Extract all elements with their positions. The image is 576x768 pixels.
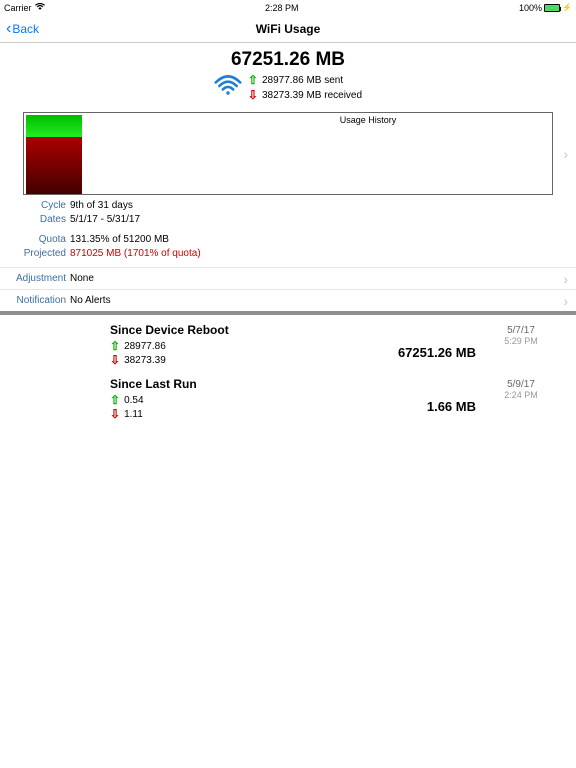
chevron-right-icon: › — [563, 146, 568, 162]
sent-value: 28977.86 MB sent — [262, 75, 343, 86]
since-last-row: Since Last Run ⇧ 0.54 ⇩ 1.11 1.66 MB 5/9/1… — [0, 369, 576, 423]
adjustment-value: None — [70, 273, 94, 284]
since-reboot-date: 5/7/17 — [476, 325, 566, 336]
chevron-right-icon: › — [563, 271, 568, 287]
total-usage: 67251.26 MB — [0, 49, 576, 71]
arrow-down-icon: ⇩ — [110, 353, 120, 367]
adjustment-row[interactable]: Adjustment None › — [0, 267, 576, 289]
status-bar: Carrier 2:28 PM 100% ⚡ — [0, 0, 576, 15]
battery-icon — [544, 4, 560, 12]
notification-value: No Alerts — [70, 295, 111, 306]
quota-label: Quota — [0, 233, 70, 247]
arrow-down-icon: ⇩ — [248, 88, 258, 102]
notification-label: Notification — [0, 295, 70, 306]
since-last-total: 1.66 MB — [280, 377, 476, 414]
arrow-up-icon: ⇧ — [110, 339, 120, 353]
since-last-received: 1.11 — [124, 409, 143, 420]
cycle-label: Cycle — [0, 199, 70, 213]
since-reboot-time: 5:29 PM — [476, 336, 566, 346]
arrow-down-icon: ⇩ — [110, 407, 120, 421]
arrow-up-icon: ⇧ — [110, 393, 120, 407]
since-last-date: 5/9/17 — [476, 379, 566, 390]
since-last-sent: 0.54 — [124, 395, 143, 406]
since-reboot-row: Since Device Reboot ⇧28977.86 ⇩38273.39 … — [0, 315, 576, 369]
charging-icon: ⚡ — [562, 3, 572, 12]
since-reboot-total: 67251.26 MB — [280, 323, 476, 360]
summary-section: 67251.26 MB ⇧ 28977.86 MB sent ⇩ 38273.39 … — [0, 43, 576, 106]
battery-percent: 100% — [519, 3, 542, 13]
usage-history-bar — [26, 115, 82, 194]
usage-history-label: Usage History — [184, 115, 552, 125]
back-label: Back — [12, 22, 39, 36]
carrier-label: Carrier — [4, 3, 32, 13]
received-value: 38273.39 MB received — [262, 90, 362, 101]
wifi-status-icon — [35, 3, 45, 13]
since-last-time: 2:24 PM — [476, 390, 566, 400]
back-button[interactable]: ‹ Back — [6, 20, 39, 38]
since-reboot-received: 38273.39 — [124, 355, 166, 366]
wifi-icon — [214, 75, 242, 100]
nav-bar: ‹ Back WiFi Usage — [0, 15, 576, 43]
usage-history-panel[interactable]: Usage History — [23, 112, 553, 195]
status-time: 2:28 PM — [265, 3, 299, 13]
quota-info: Quota131.35% of 51200 MB Projected871025… — [0, 233, 576, 261]
projected-label: Projected — [0, 247, 70, 261]
dates-label: Dates — [0, 213, 70, 227]
since-reboot-sent: 28977.86 — [124, 341, 166, 352]
dates-value: 5/1/17 - 5/31/17 — [70, 213, 140, 227]
page-title: WiFi Usage — [0, 22, 576, 36]
notification-row[interactable]: Notification No Alerts › — [0, 289, 576, 311]
since-last-title: Since Last Run — [110, 377, 280, 391]
cycle-value: 9th of 31 days — [70, 199, 133, 213]
arrow-up-icon: ⇧ — [248, 73, 258, 87]
chevron-right-icon: › — [563, 293, 568, 309]
since-reboot-title: Since Device Reboot — [110, 323, 280, 337]
adjustment-label: Adjustment — [0, 273, 70, 284]
chevron-left-icon: ‹ — [6, 20, 11, 38]
cycle-info: Cycle9th of 31 days Dates5/1/17 - 5/31/1… — [0, 199, 576, 227]
quota-value: 131.35% of 51200 MB — [70, 233, 169, 247]
projected-value: 871025 MB (1701% of quota) — [70, 247, 201, 261]
